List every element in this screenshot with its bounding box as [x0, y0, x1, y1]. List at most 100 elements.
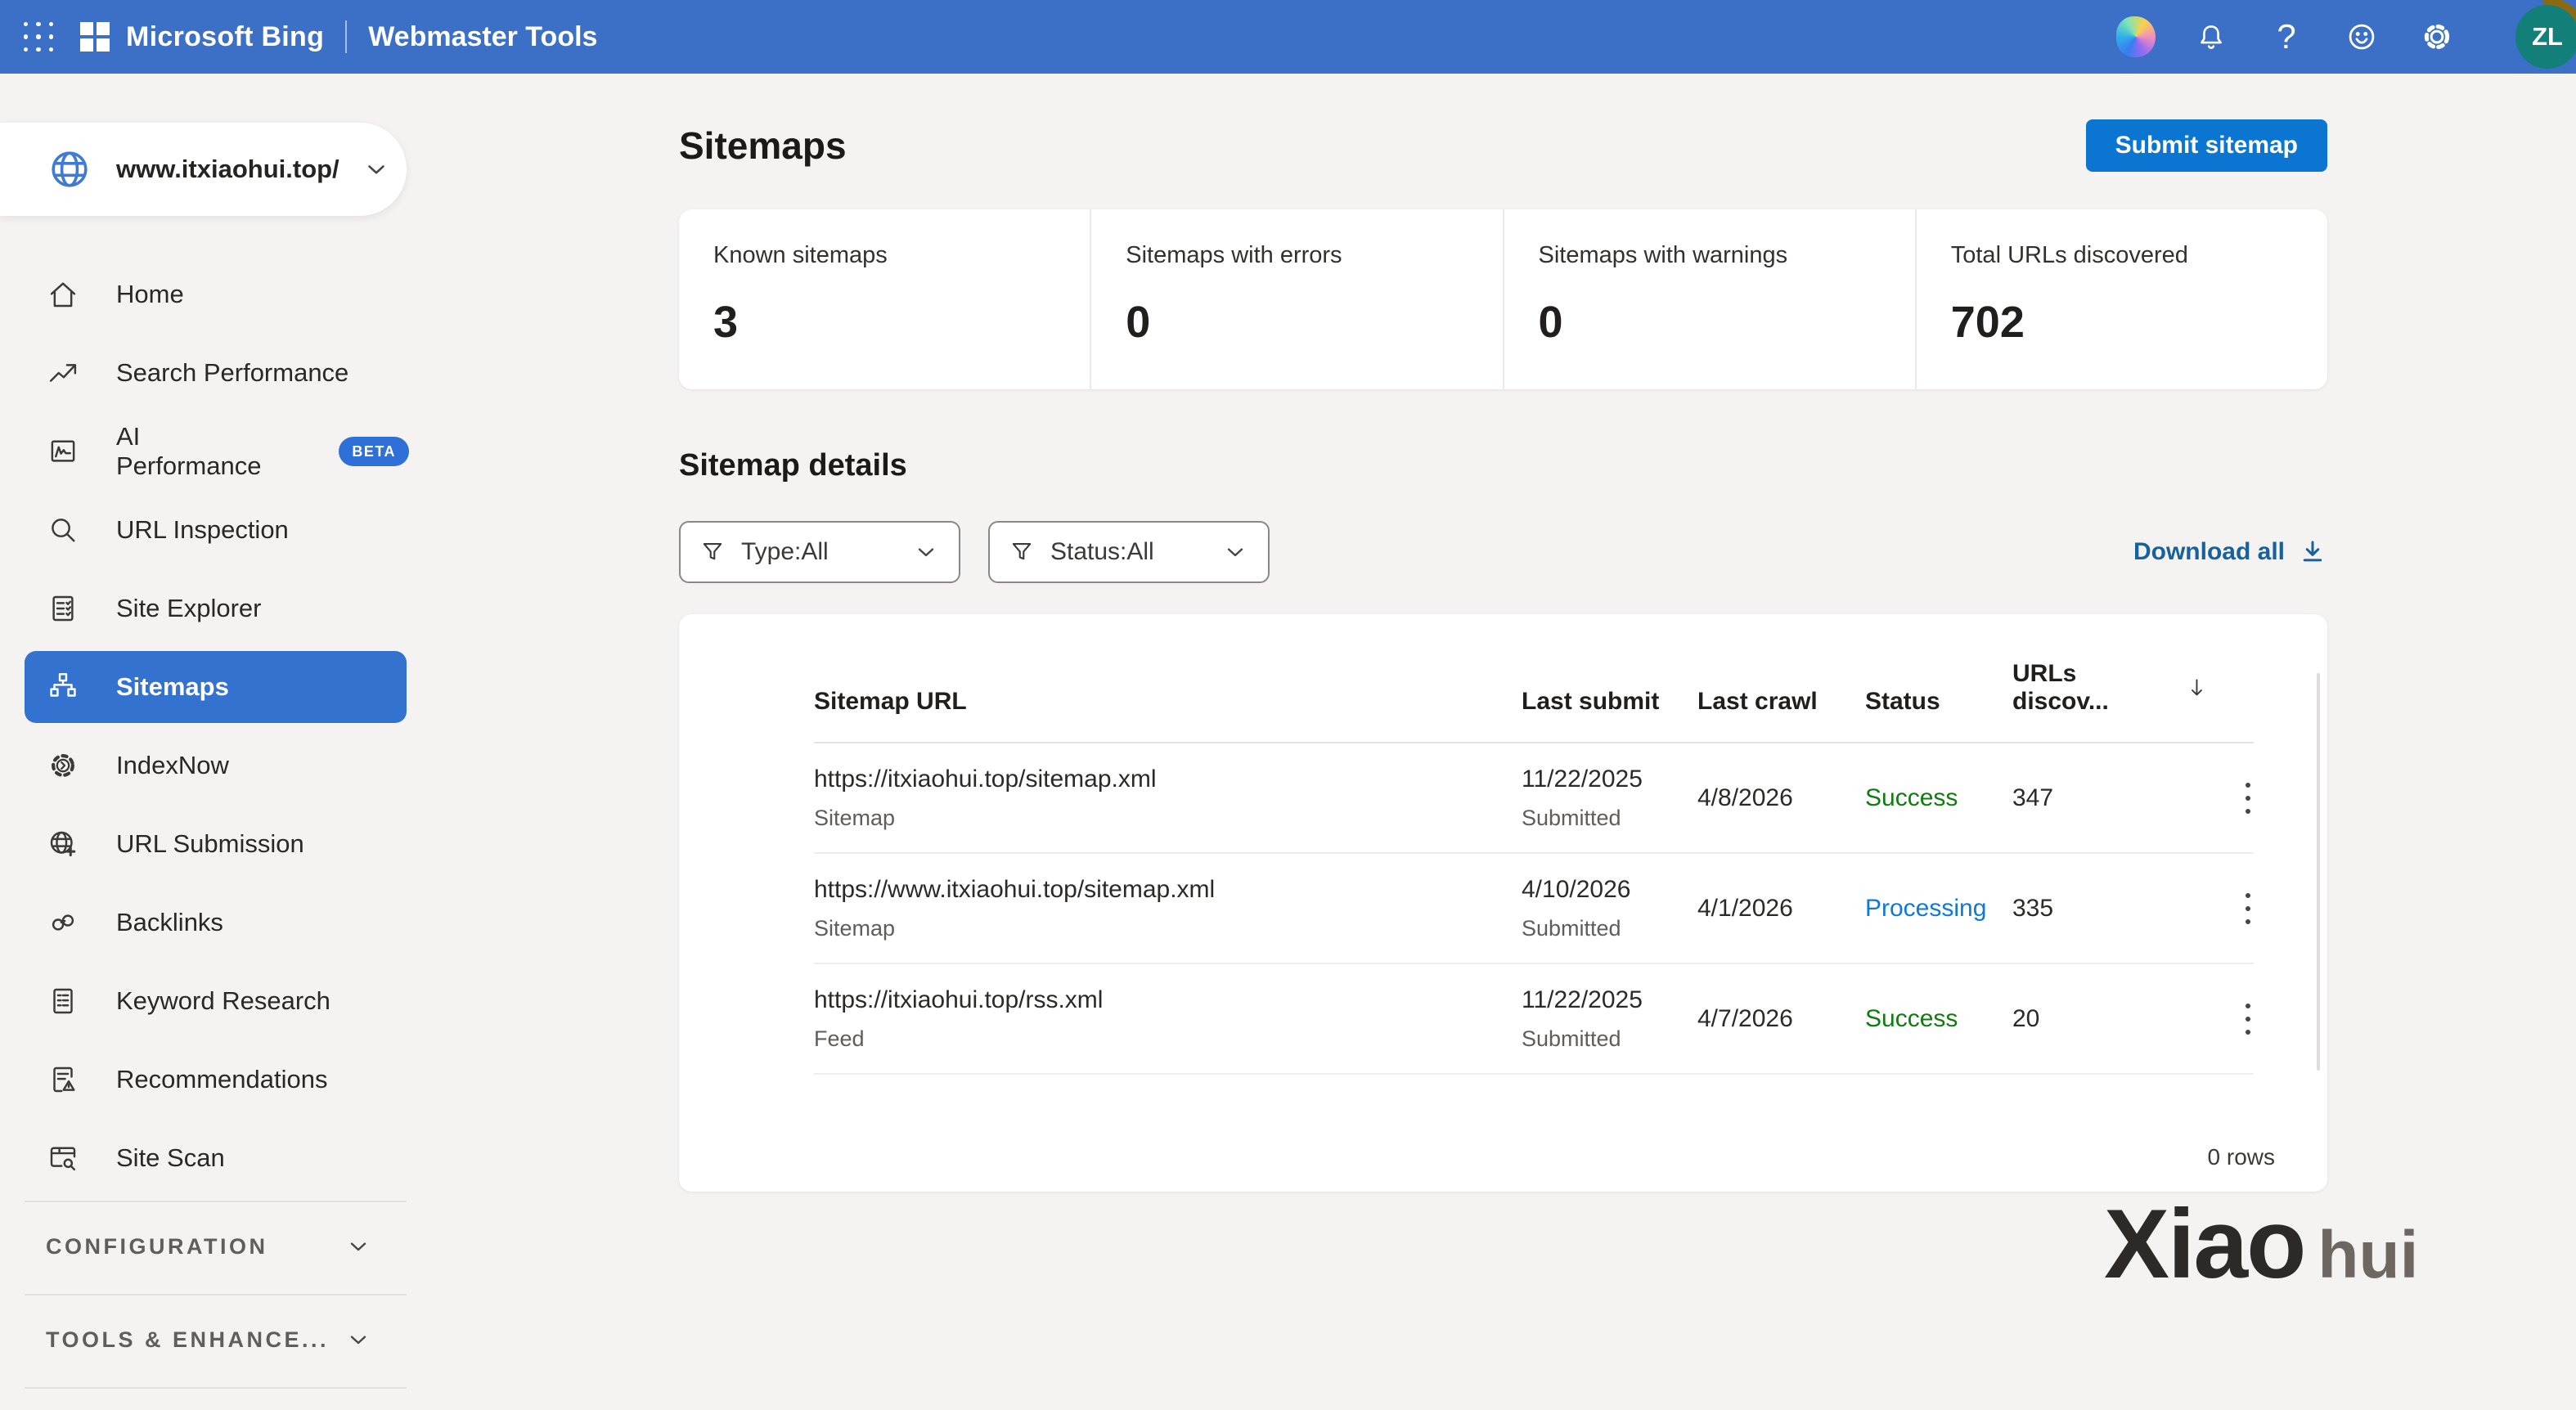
sidebar-item-home[interactable]: Home — [0, 255, 409, 334]
sitemap-url: https://itxiaohui.top/rss.xml — [814, 986, 1522, 1014]
download-icon — [2298, 537, 2327, 567]
column-header-last-submit[interactable]: Last submit — [1522, 688, 1697, 716]
sitemap-type: Feed — [814, 1026, 1522, 1052]
sitemap-url: https://www.itxiaohui.top/sitemap.xml — [814, 876, 1522, 904]
sitemap-icon — [46, 670, 80, 704]
sidebar: www.itxiaohui.top/ Home Search Performan… — [0, 74, 409, 1389]
site-explorer-icon — [46, 591, 80, 626]
row-actions-kebab-icon[interactable] — [2242, 995, 2254, 1043]
table-header-row: Sitemap URL Last submit Last crawl Statu… — [814, 614, 2254, 743]
xiaohui-watermark-logo: Xiao hui — [2104, 1188, 2418, 1300]
last-submit-date: 4/10/2026 — [1522, 876, 1697, 904]
sidebar-item-ai-performance[interactable]: AI Performance BETA — [0, 412, 409, 491]
last-crawl-date: 4/8/2026 — [1697, 784, 1865, 812]
column-header-last-crawl[interactable]: Last crawl — [1697, 688, 1865, 716]
settings-gear-icon[interactable] — [2417, 17, 2457, 56]
top-bar: Microsoft Bing Webmaster Tools ? ZL — [0, 0, 2576, 74]
status-label: Success — [1865, 784, 2012, 812]
microsoft-logo-icon — [80, 22, 110, 52]
app-launcher-waffle-icon[interactable] — [20, 18, 57, 56]
magnifier-icon — [46, 513, 80, 547]
help-icon[interactable]: ? — [2267, 17, 2306, 56]
site-selector[interactable]: www.itxiaohui.top/ — [0, 123, 407, 216]
sidebar-item-recommendations[interactable]: Recommendations — [0, 1040, 409, 1119]
last-crawl-date: 4/7/2026 — [1697, 1005, 1865, 1033]
chevron-down-icon — [1222, 539, 1248, 565]
urls-discovered-count: 347 — [2012, 784, 2209, 812]
submit-note: Submitted — [1522, 916, 1697, 941]
sidebar-item-sitemaps[interactable]: Sitemaps — [25, 651, 407, 723]
table-row: https://www.itxiaohui.top/sitemap.xml Si… — [814, 854, 2254, 964]
sidebar-item-backlinks[interactable]: Backlinks — [0, 883, 409, 962]
urls-discovered-count: 335 — [2012, 895, 2209, 923]
last-submit-date: 11/22/2025 — [1522, 766, 1697, 793]
sidebar-item-search-performance[interactable]: Search Performance — [0, 334, 409, 412]
sidebar-item-url-inspection[interactable]: URL Inspection — [0, 491, 409, 569]
sitemaps-table-card: Sitemap URL Last submit Last crawl Statu… — [679, 614, 2327, 1192]
sort-descending-icon — [2185, 676, 2209, 700]
sidebar-section-configuration[interactable]: CONFIGURATION — [0, 1202, 409, 1291]
indexnow-gear-icon — [46, 748, 80, 783]
page-title: Sitemaps — [679, 123, 847, 168]
avatar-initials: ZL — [2532, 22, 2563, 52]
chevron-down-icon — [345, 1233, 371, 1260]
column-header-urls-discovered[interactable]: URLs discov... — [2012, 660, 2209, 716]
trend-icon — [46, 356, 80, 390]
sidebar-item-url-submission[interactable]: URL Submission — [0, 805, 409, 883]
row-actions-kebab-icon[interactable] — [2242, 885, 2254, 932]
brand-title: Microsoft Bing — [126, 21, 324, 53]
download-all-link[interactable]: Download all — [2133, 537, 2327, 567]
globe-plus-icon — [46, 827, 80, 861]
sidebar-divider — [25, 1387, 407, 1389]
urls-discovered-count: 20 — [2012, 1005, 2209, 1033]
table-footer-row-count: 0 rows — [2208, 1144, 2275, 1170]
ai-chart-icon — [46, 434, 80, 469]
column-header-sitemap-url[interactable]: Sitemap URL — [814, 688, 1522, 716]
funnel-icon — [699, 538, 726, 566]
submit-sitemap-button[interactable]: Submit sitemap — [2086, 119, 2327, 172]
copilot-icon[interactable] — [2116, 17, 2156, 56]
page-header: Sitemaps Submit sitemap — [679, 119, 2327, 172]
funnel-icon — [1008, 538, 1036, 566]
sidebar-nav: Home Search Performance AI Performance B… — [0, 255, 409, 1197]
chevron-down-icon — [345, 1327, 371, 1353]
chain-link-icon — [46, 905, 80, 940]
home-icon — [46, 277, 80, 312]
status-label: Success — [1865, 1005, 2012, 1033]
stat-sitemaps-with-warnings: Sitemaps with warnings 0 — [1503, 209, 1915, 389]
beta-badge: BETA — [339, 437, 409, 466]
status-filter-dropdown[interactable]: Status:All — [988, 521, 1270, 583]
sidebar-item-keyword-research[interactable]: Keyword Research — [0, 962, 409, 1040]
stat-total-urls-discovered: Total URLs discovered 702 — [1915, 209, 2327, 389]
site-name: www.itxiaohui.top/ — [116, 155, 339, 184]
stat-sitemaps-with-errors: Sitemaps with errors 0 — [1090, 209, 1502, 389]
stat-known-sitemaps: Known sitemaps 3 — [679, 209, 1090, 389]
product-title: Webmaster Tools — [368, 21, 597, 53]
sidebar-item-site-explorer[interactable]: Site Explorer — [0, 569, 409, 648]
sidebar-section-tools-enhancements[interactable]: TOOLS & ENHANCE... — [0, 1295, 409, 1384]
submit-note: Submitted — [1522, 1026, 1697, 1052]
main-content: Sitemaps Submit sitemap Known sitemaps 3… — [679, 74, 2327, 1192]
section-title-sitemap-details: Sitemap details — [679, 448, 2327, 483]
table-scrollbar[interactable] — [2317, 673, 2320, 1071]
browser-scan-icon — [46, 1141, 80, 1175]
user-avatar[interactable]: ZL — [2515, 5, 2576, 69]
globe-icon — [46, 146, 93, 193]
topbar-actions: ? ZL — [2116, 5, 2568, 69]
sitemap-type: Sitemap — [814, 806, 1522, 831]
column-header-status[interactable]: Status — [1865, 688, 2012, 716]
last-submit-date: 11/22/2025 — [1522, 986, 1697, 1014]
row-actions-kebab-icon[interactable] — [2242, 775, 2254, 822]
chevron-down-icon — [362, 155, 390, 183]
feedback-smiley-icon[interactable] — [2342, 17, 2381, 56]
sidebar-item-site-scan[interactable]: Site Scan — [0, 1119, 409, 1197]
filter-row: Type:All Status:All Download all — [679, 521, 2327, 583]
topbar-separator — [345, 20, 347, 53]
sitemap-type: Sitemap — [814, 916, 1522, 941]
last-crawl-date: 4/1/2026 — [1697, 895, 1865, 923]
status-label: Processing — [1865, 895, 2012, 923]
sidebar-item-indexnow[interactable]: IndexNow — [0, 726, 409, 805]
keyword-doc-icon — [46, 984, 80, 1018]
type-filter-dropdown[interactable]: Type:All — [679, 521, 960, 583]
notifications-bell-icon[interactable] — [2192, 17, 2231, 56]
